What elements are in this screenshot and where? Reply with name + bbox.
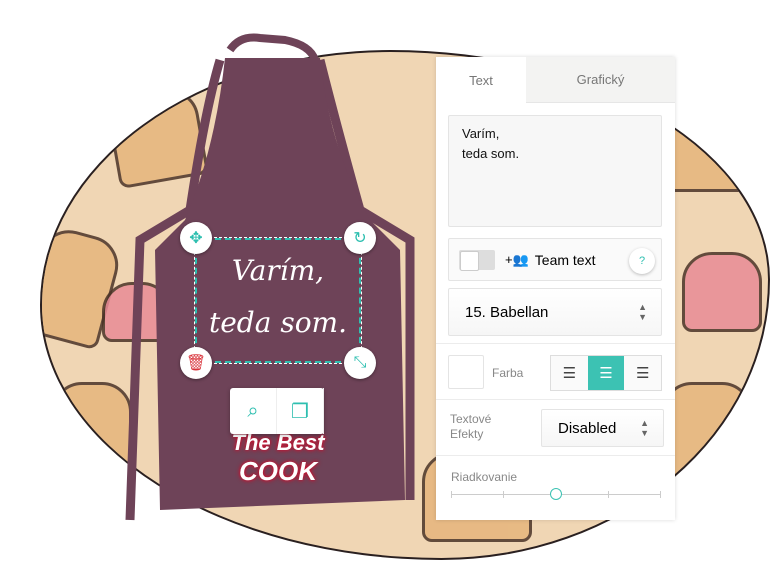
divider: [436, 399, 675, 400]
apron-text[interactable]: Varím, teda som.: [195, 245, 361, 349]
effects-label: Textové Efekty: [450, 412, 492, 441]
tab-graficky[interactable]: Grafický: [526, 57, 675, 103]
effects-select-value: Disabled: [558, 419, 617, 437]
delete-handle-icon[interactable]: 🗑: [180, 347, 212, 379]
zoom-icon[interactable]: ⌕: [230, 388, 277, 434]
text-input[interactable]: Varím, teda som.: [448, 115, 662, 227]
align-right-icon[interactable]: ☰: [624, 356, 661, 390]
tab-text[interactable]: Text: [436, 57, 526, 103]
select-arrows-icon: ▲ ▼: [638, 302, 647, 322]
select-arrows-icon: ▲ ▼: [640, 418, 649, 438]
team-text-toggle[interactable]: [459, 249, 495, 271]
text-editor-panel: Text Grafický Varím, teda som. +👥 Team t…: [436, 57, 675, 520]
font-select[interactable]: 15. Babellan ▲ ▼: [448, 288, 662, 336]
align-center-icon[interactable]: ☰: [587, 356, 625, 390]
slider-knob[interactable]: [550, 488, 562, 500]
color-label: Farba: [492, 366, 524, 380]
duplicate-icon[interactable]: ❐: [277, 388, 324, 434]
effects-select[interactable]: Disabled ▲ ▼: [541, 409, 664, 447]
line-spacing-label: Riadkovanie: [451, 470, 518, 484]
help-button[interactable]: ?: [629, 248, 655, 274]
line-spacing-slider[interactable]: [451, 488, 661, 500]
divider: [436, 455, 675, 456]
team-text-label: Team text: [534, 251, 596, 268]
team-text-row: +👥 Team text ?: [448, 238, 662, 281]
font-select-value: 15. Babellan: [465, 303, 549, 321]
color-swatch[interactable]: [448, 355, 484, 389]
team-icon: +👥: [505, 251, 529, 267]
move-handle-icon[interactable]: ✥: [180, 222, 212, 254]
resize-handle-icon[interactable]: ⤡: [344, 347, 376, 379]
rotate-handle-icon[interactable]: ↻: [344, 222, 376, 254]
divider: [436, 343, 675, 344]
alignment-group: ☰ ☰ ☰: [550, 355, 662, 391]
align-left-icon[interactable]: ☰: [551, 356, 588, 390]
quick-actions: ⌕ ❐: [230, 388, 324, 434]
